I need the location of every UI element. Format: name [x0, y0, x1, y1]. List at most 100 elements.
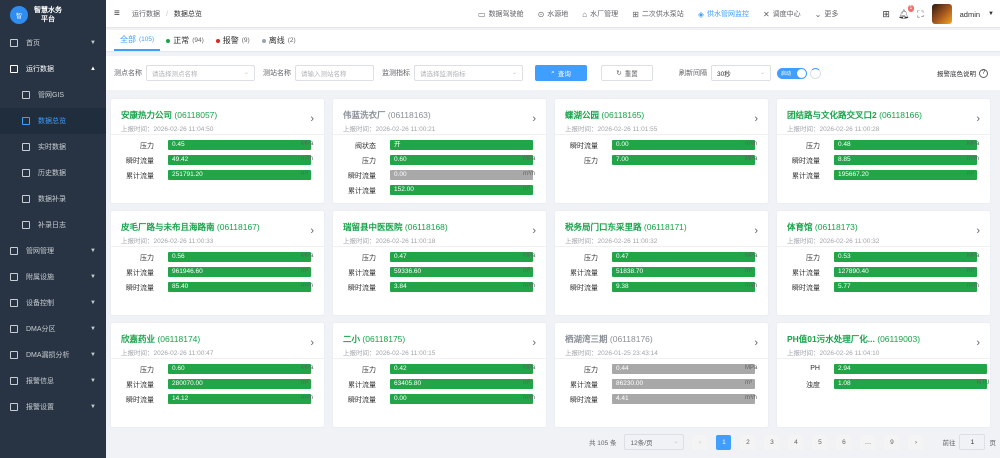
sidebar-item[interactable]: 补录日志	[0, 212, 106, 238]
metric-label: 压力	[362, 367, 376, 374]
breadcrumb-parent[interactable]: 运行数据	[132, 11, 160, 18]
next-page-button[interactable]: ›	[908, 434, 924, 450]
chevron-right-icon[interactable]: ›	[310, 225, 314, 237]
chevron-right-icon[interactable]: ›	[310, 337, 314, 349]
chevron-right-icon[interactable]: ›	[754, 337, 758, 349]
reset-button[interactable]: ↻ 重置	[601, 65, 653, 81]
sidebar-item[interactable]: DMA漏损分析 ▼	[0, 342, 106, 368]
chevron-right-icon[interactable]: ›	[976, 337, 980, 349]
tab-count: (2)	[287, 37, 296, 44]
station-name: 安康热力公司	[121, 110, 173, 120]
page-button[interactable]: 6	[836, 434, 852, 450]
metric-label: 压力	[140, 367, 154, 374]
metric-select[interactable]: 请选择监测指标 ⌄	[414, 65, 523, 81]
metric-unit: NTU	[977, 380, 990, 386]
metric-unit: MPa	[745, 365, 758, 371]
page-button[interactable]: 9	[884, 434, 900, 450]
site-name-select[interactable]: 请选择测点名称 ⌄	[146, 65, 255, 81]
sidebar-item-label: DMA分区	[26, 326, 56, 333]
top-link[interactable]: ⌄ 更多	[815, 9, 839, 19]
sidebar-item[interactable]: 报警信息 ▼	[0, 368, 106, 394]
sidebar-item[interactable]: 数据补录	[0, 186, 106, 212]
top-link[interactable]: ✕ 调度中心	[763, 9, 801, 19]
top-link[interactable]: ⊙ 水源地	[538, 9, 569, 19]
sidebar-item[interactable]: 首页 ▼	[0, 30, 106, 56]
sidebar-item[interactable]: 附属设施 ▼	[0, 264, 106, 290]
username[interactable]: admin	[960, 10, 980, 19]
prev-page-button[interactable]: ‹	[692, 434, 708, 450]
goto-page-input[interactable]: 1	[959, 434, 986, 450]
page-button[interactable]: …	[860, 434, 876, 450]
leak-icon	[10, 351, 18, 359]
station-card[interactable]: 体育馆 (06118173) 上报时间：2026-02-26 11:00:32 › 压…	[776, 210, 991, 316]
chevron-right-icon[interactable]: ›	[532, 113, 536, 125]
chevron-right-icon[interactable]: ›	[754, 113, 758, 125]
metric-label: 瞬时流量	[126, 285, 154, 292]
metric-unit: MPa	[745, 156, 758, 162]
alarm-color-help[interactable]: 报警底色说明?	[937, 68, 988, 78]
page-button[interactable]: 5	[812, 434, 828, 450]
page-button[interactable]: 1	[716, 434, 732, 450]
station-card[interactable]: 瑞留县中医医院 (06118168) 上报时间：2026-02-26 11:00:…	[332, 210, 547, 316]
fullscreen-icon[interactable]: ⛶	[917, 9, 923, 20]
sidebar: 智 智慧水务 平台 首页 ▼ 运行数据 ▲ 管网GIS 数据总览 实时数据 历史数据 数据补录补…	[0, 0, 106, 458]
page-button[interactable]: 4	[788, 434, 804, 450]
sidebar-item-label: 报警信息	[26, 378, 54, 385]
status-tab[interactable]: 正常 (94)	[160, 30, 210, 51]
station-card[interactable]: 团结路与文化路交叉口2 (06118166) 上报时间：2026-02-26 11…	[776, 98, 991, 204]
chevron-right-icon[interactable]: ›	[976, 113, 980, 125]
metric-unit: m³/h	[301, 156, 313, 162]
sidebar-item[interactable]: DMA分区 ▼	[0, 316, 106, 342]
station-card[interactable]: 蝶湖公园 (06118165) 上报时间：2026-02-26 11:01:55 ›…	[554, 98, 769, 204]
status-tab[interactable]: 报警 (9)	[210, 30, 256, 51]
menu-toggle-icon[interactable]: ≡	[114, 8, 124, 19]
search-button[interactable]: ⌕ 查询	[535, 65, 587, 81]
alarm-icon	[10, 377, 18, 385]
page-size-select[interactable]: 12条/页 ⌄	[624, 434, 685, 450]
avatar[interactable]	[931, 4, 952, 24]
auto-refresh-toggle[interactable]: 启动	[777, 67, 807, 79]
chevron-right-icon[interactable]: ›	[310, 113, 314, 125]
station-card[interactable]: 安康热力公司 (06118057) 上报时间：2026-02-26 11:04:5…	[110, 98, 325, 204]
status-dot-icon	[166, 38, 171, 43]
station-card[interactable]: 税务局门口东采里路 (06118171) 上报时间：2026-02-26 11:0…	[554, 210, 769, 316]
chevron-down-icon[interactable]: ▼	[988, 11, 994, 17]
layout-icon[interactable]: ⊞	[882, 9, 890, 20]
chevron-right-icon[interactable]: ›	[532, 337, 536, 349]
refresh-interval-select[interactable]: 30秒 ⌄	[711, 65, 771, 81]
station-title: 伟蓝洗衣厂 (06118163)	[343, 109, 431, 121]
sidebar-item[interactable]: 历史数据	[0, 160, 106, 186]
bell-icon[interactable]: 🔔︎ 1	[898, 4, 915, 20]
station-card[interactable]: 伟蓝洗衣厂 (06118163) 上报时间：2026-02-26 11:00:21…	[332, 98, 547, 204]
top-link[interactable]: ⌂ 水厂管理	[582, 9, 618, 19]
sidebar-item[interactable]: 运行数据 ▲	[0, 56, 106, 82]
station-input[interactable]: 请输入测站名称	[295, 65, 374, 81]
sidebar-item[interactable]: 报警设置 ▼	[0, 394, 106, 420]
station-card[interactable]: 欣嘉药业 (06118174) 上报时间：2026-02-26 11:00:47 ›…	[110, 322, 325, 428]
status-tab[interactable]: 离线 (2)	[256, 30, 302, 51]
chevron-right-icon[interactable]: ›	[754, 225, 758, 237]
chevron-right-icon[interactable]: ›	[532, 225, 536, 237]
sidebar-item[interactable]: 设备控制 ▼	[0, 290, 106, 316]
top-link[interactable]: ▭ 数据驾驶舱	[478, 9, 524, 19]
page-button[interactable]: 3	[764, 434, 780, 450]
sidebar-item[interactable]: 管网GIS	[0, 82, 106, 108]
sidebar-item[interactable]: 数据总览	[0, 108, 106, 134]
station-card[interactable]: 栖湖湾三期 (06118176) 上报时间：2026-01-25 23:43:14…	[554, 322, 769, 428]
sidebar-item[interactable]: 管网管理 ▼	[0, 238, 106, 264]
station-card[interactable]: 二小 (06118175) 上报时间：2026-02-26 11:00:15 › 压力…	[332, 322, 547, 428]
status-dot-icon	[215, 38, 220, 43]
top-link[interactable]: ◈ 供水管网监控	[698, 9, 749, 19]
station-card[interactable]: PH值01污水处理厂化... (06119003) 上报时间：2026-02-26…	[776, 322, 991, 428]
metric-value: 8.85	[834, 155, 977, 165]
breadcrumb-current: 数据总览	[173, 10, 202, 18]
metric-value: 5.77	[834, 282, 977, 292]
status-tab[interactable]: 全部 (105)	[114, 30, 161, 51]
page-button[interactable]: 2	[740, 434, 756, 450]
top-link[interactable]: ⊞ 二次供水泵站	[632, 9, 684, 19]
chevron-right-icon[interactable]: ›	[976, 225, 980, 237]
sidebar-item[interactable]: 实时数据	[0, 134, 106, 160]
metric-label: 阀状态	[355, 143, 376, 150]
station-card[interactable]: 皮毛厂路与未布且海路南 (06118167) 上报时间：2026-02-26 11…	[110, 210, 325, 316]
station-name: 团结路与文化路交叉口2	[787, 110, 877, 120]
